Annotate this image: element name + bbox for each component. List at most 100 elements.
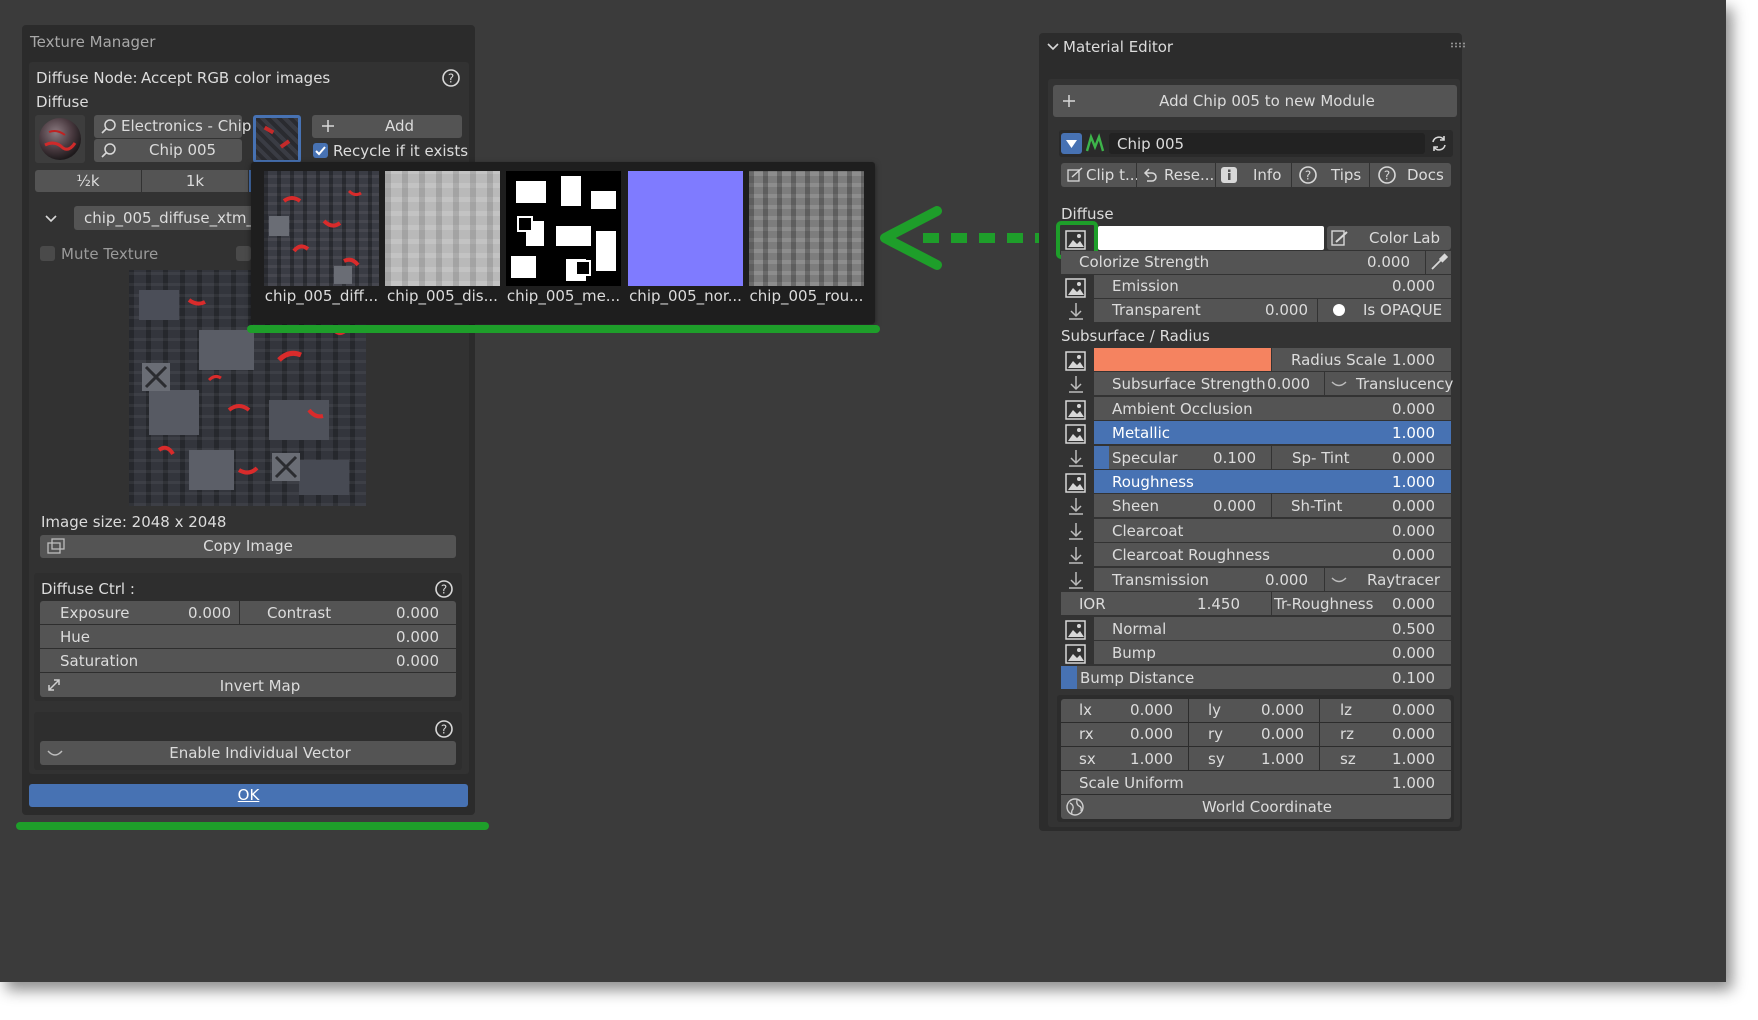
transmission-value: 0.000 <box>1265 571 1308 589</box>
download-icon[interactable] <box>1066 570 1086 590</box>
help-icon[interactable]: ? <box>441 68 461 88</box>
radio-dot-icon <box>1332 303 1346 317</box>
image-texture-icon[interactable] <box>1064 229 1088 251</box>
roughness-label: Roughness <box>1112 473 1194 491</box>
material-dropdown-button[interactable] <box>1061 133 1082 154</box>
image-size-text: Image size: 2048 x 2048 <box>41 513 227 531</box>
scale-uniform-label: Scale Uniform <box>1079 774 1184 792</box>
drag-handle-icon[interactable] <box>1450 42 1466 48</box>
docs-label: Docs <box>1407 166 1444 184</box>
ior-value: 1.450 <box>1197 595 1240 613</box>
image-texture-icon[interactable] <box>1064 277 1088 299</box>
clearcoat-value: 0.000 <box>1392 522 1435 540</box>
help-icon[interactable]: ? <box>434 579 454 599</box>
material-name: Chip 005 <box>1117 135 1185 153</box>
tr-roughness-value: 0.000 <box>1392 595 1435 613</box>
chevron-down-icon[interactable] <box>43 211 59 227</box>
thumb-label: chip_005_me... <box>506 287 621 305</box>
roughness-value: 1.000 <box>1392 473 1435 491</box>
material-preview-sphere[interactable] <box>35 115 85 163</box>
sp-tint-label: Sp- Tint <box>1292 449 1350 467</box>
thumb-displacement[interactable] <box>385 171 500 286</box>
lx-value: 0.000 <box>1130 701 1173 719</box>
bump-distance-value: 0.100 <box>1392 669 1435 687</box>
thumb-label: chip_005_nor... <box>629 287 742 305</box>
sy-value: 1.000 <box>1261 750 1304 768</box>
image-texture-icon[interactable] <box>1064 423 1088 445</box>
contrast-label: Contrast <box>267 604 332 622</box>
image-texture-icon[interactable] <box>1064 472 1088 494</box>
help-icon: ? <box>1377 165 1397 185</box>
ok-button-label: OK <box>237 786 260 804</box>
lz-label: lz <box>1340 701 1353 719</box>
download-icon[interactable] <box>1066 301 1086 321</box>
bump-distance-label: Bump Distance <box>1080 669 1195 687</box>
secondary-checkbox[interactable] <box>236 246 251 261</box>
svg-text:?: ? <box>1305 169 1311 183</box>
download-icon[interactable] <box>1066 521 1086 541</box>
raytracer-label: Raytracer <box>1367 571 1441 589</box>
sh-tint-value: 0.000 <box>1392 497 1435 515</box>
contrast-value: 0.000 <box>396 604 439 622</box>
sy-label: sy <box>1208 750 1225 768</box>
diffuse-section-label: Diffuse <box>36 93 89 111</box>
thumb-metallic[interactable] <box>506 171 621 286</box>
saturation-value: 0.000 <box>396 652 439 670</box>
highlight-underline <box>247 325 880 333</box>
refresh-icon[interactable] <box>1428 133 1450 154</box>
diffuse-node-label: Diffuse Node: <box>36 69 138 87</box>
eyedropper-button[interactable] <box>1426 251 1451 274</box>
image-texture-icon[interactable] <box>1064 643 1088 665</box>
enable-vector-label: Enable Individual Vector <box>169 744 351 762</box>
translucency-label: Translucency <box>1356 375 1454 393</box>
world-coordinate-label: World Coordinate <box>1202 798 1332 816</box>
image-texture-icon[interactable] <box>1064 399 1088 421</box>
scale-uniform-value: 1.000 <box>1392 774 1435 792</box>
image-texture-icon[interactable] <box>1064 619 1088 641</box>
resolution-1k-label: 1k <box>185 172 205 190</box>
texture-thumbnail-button[interactable] <box>253 115 301 163</box>
globe-icon <box>1065 797 1085 817</box>
clearcoat-label: Clearcoat <box>1112 522 1184 540</box>
subsurface-color-swatch[interactable] <box>1094 348 1271 371</box>
sx-value: 1.000 <box>1130 750 1173 768</box>
info-icon <box>1220 166 1238 184</box>
clearcoat-roughness-value: 0.000 <box>1392 546 1435 564</box>
diffuse-color-swatch[interactable] <box>1098 226 1324 250</box>
toggle-icon <box>1330 573 1348 587</box>
resolution-half-label: ½k <box>76 172 100 190</box>
thumb-diffuse[interactable] <box>264 171 379 286</box>
ly-value: 0.000 <box>1261 701 1304 719</box>
colorize-strength-value: 0.000 <box>1367 253 1410 271</box>
help-icon[interactable]: ? <box>434 719 454 739</box>
exposure-label: Exposure <box>60 604 130 622</box>
svg-text:?: ? <box>1384 169 1390 183</box>
download-icon[interactable] <box>1066 374 1086 394</box>
hue-label: Hue <box>60 628 91 646</box>
sp-tint-value: 0.000 <box>1392 449 1435 467</box>
thumb-roughness[interactable] <box>749 171 864 286</box>
subsurface-strength-value: 0.000 <box>1267 375 1310 393</box>
color-lab-icon <box>1330 228 1350 248</box>
recycle-checkbox[interactable] <box>313 143 328 158</box>
help-icon: ? <box>1298 165 1318 185</box>
search-icon <box>100 142 118 160</box>
rx-label: rx <box>1079 725 1094 743</box>
saturation-label: Saturation <box>60 652 139 670</box>
mute-texture-label: Mute Texture <box>61 245 159 263</box>
mute-texture-checkbox[interactable] <box>40 246 55 261</box>
thumb-normal[interactable] <box>628 171 743 286</box>
transparent-value: 0.000 <box>1265 301 1308 319</box>
tips-label: Tips <box>1331 166 1362 184</box>
material-brand-icon <box>1084 133 1108 154</box>
image-texture-icon[interactable] <box>1064 350 1088 372</box>
download-icon[interactable] <box>1066 545 1086 565</box>
thumb-label: chip_005_diff... <box>264 287 379 305</box>
highlight-underline <box>16 822 489 830</box>
emission-label: Emission <box>1112 277 1179 295</box>
green-arrow-annotation <box>873 205 1058 275</box>
download-icon[interactable] <box>1066 448 1086 468</box>
ry-value: 0.000 <box>1261 725 1304 743</box>
chevron-down-icon[interactable] <box>1045 39 1061 55</box>
download-icon[interactable] <box>1066 496 1086 516</box>
